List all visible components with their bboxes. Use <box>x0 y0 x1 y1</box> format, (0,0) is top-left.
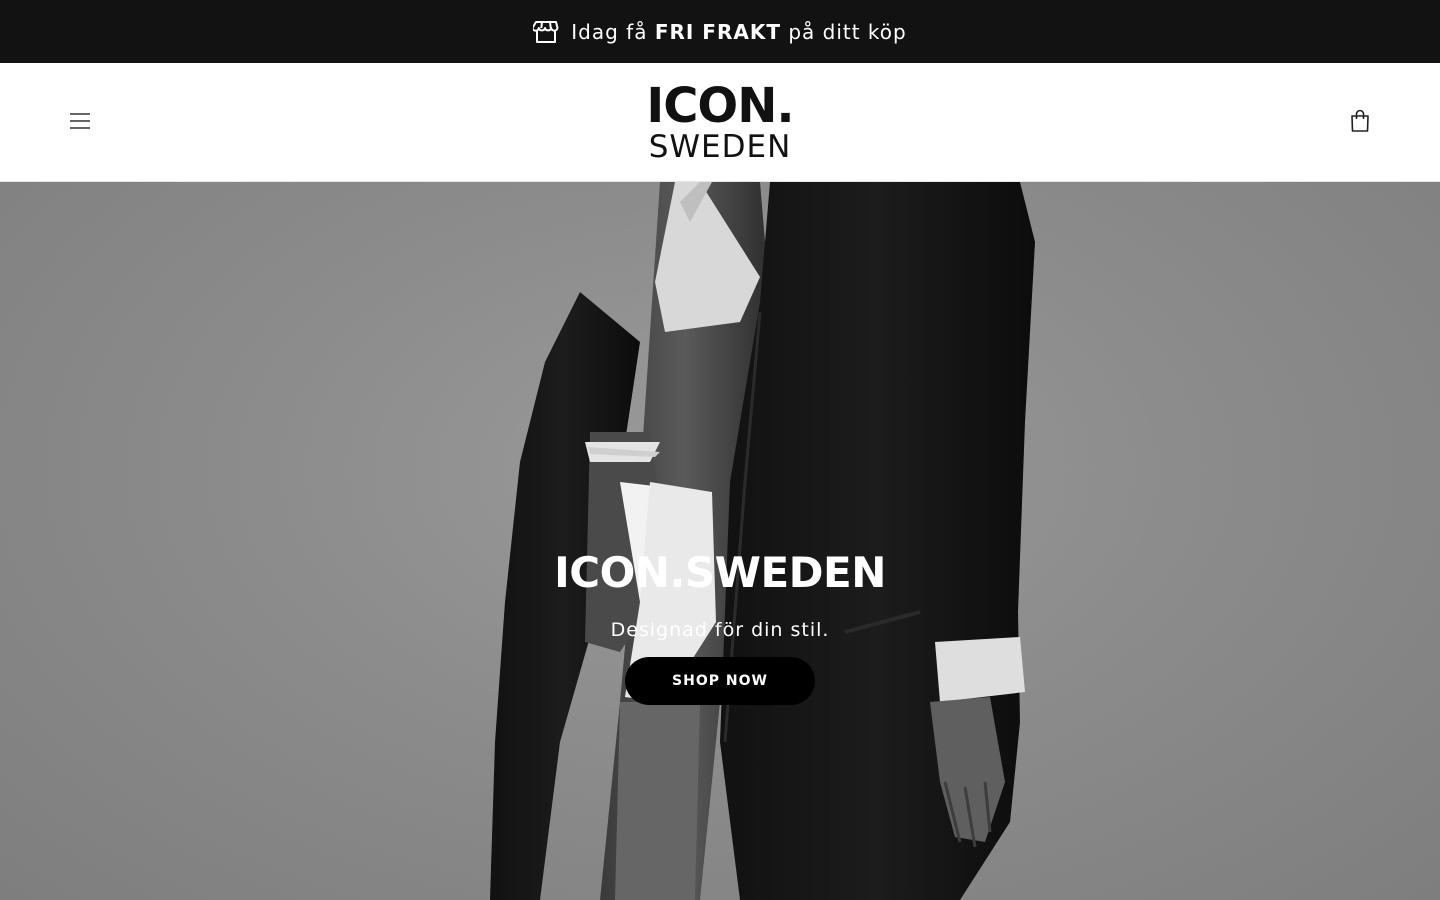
hero-subtitle: Designad för din stil. <box>610 619 830 641</box>
hamburger-menu-icon <box>69 112 91 134</box>
announcement-suffix: på ditt köp <box>788 19 907 44</box>
logo-bottom-text: SWEDEN <box>648 128 792 165</box>
hero-banner: ICON.SWEDEN Designad för din stil. SHOP … <box>0 182 1440 900</box>
hero-image <box>490 182 1035 900</box>
site-logo[interactable]: ICON. SWEDEN <box>646 77 794 165</box>
announcement-bar: Idag få FRI FRAKT på ditt köp <box>0 0 1440 63</box>
announcement-text: Idag få FRI FRAKT på ditt köp <box>571 20 906 44</box>
cart-button[interactable] <box>1340 103 1380 143</box>
announcement-highlight: FRI FRAKT <box>654 19 781 44</box>
announcement-prefix: Idag få <box>571 19 648 44</box>
site-header: ICON. SWEDEN <box>0 63 1440 182</box>
logo-top-text: ICON. <box>646 77 794 134</box>
hero-content: ICON.SWEDEN Designad för din stil. SHOP … <box>0 548 1440 705</box>
shopping-bag-icon <box>1350 109 1370 137</box>
menu-button[interactable] <box>60 103 100 143</box>
hero-title: ICON.SWEDEN <box>554 548 886 597</box>
shop-now-button[interactable]: SHOP NOW <box>625 657 815 705</box>
store-icon <box>533 20 559 44</box>
